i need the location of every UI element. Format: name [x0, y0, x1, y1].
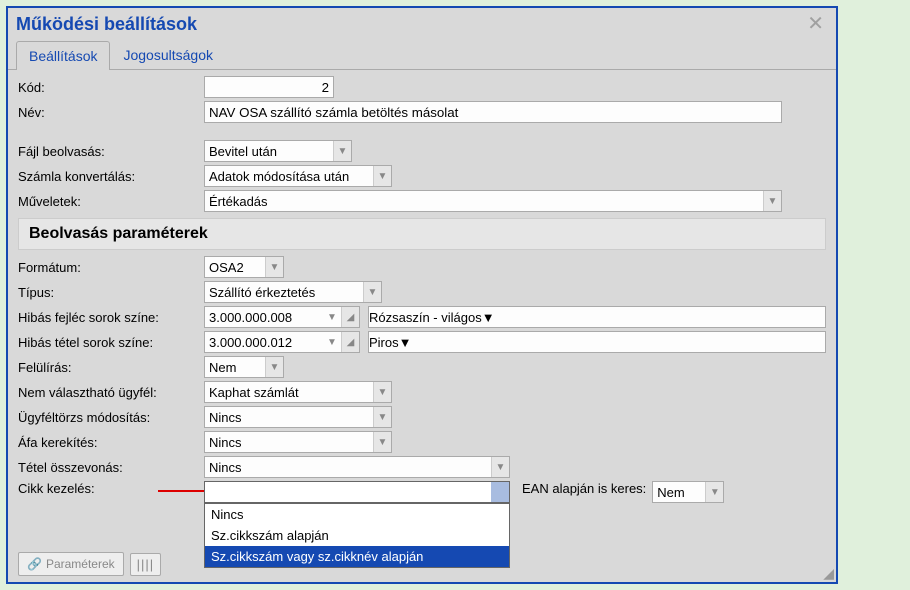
afa-select[interactable]: Nincs ▼	[204, 431, 392, 453]
chevron-down-icon: ▼	[482, 310, 495, 325]
tab-bar: Beállítások Jogosultságok	[8, 36, 836, 70]
chevron-down-icon: ▼	[763, 191, 781, 211]
chevron-down-icon: ▼	[373, 166, 391, 186]
felul-select[interactable]: Nem ▼	[204, 356, 284, 378]
ean-select-text: Nem	[653, 485, 705, 500]
label-fajl: Fájl beolvasás:	[18, 144, 204, 159]
hibas-fejlec-color-text: Rózsaszín - világos	[369, 310, 482, 325]
label-afa: Áfa kerekítés:	[18, 435, 204, 450]
fajl-select-text: Bevitel után	[205, 144, 333, 159]
parameterek-button[interactable]: 🔗 Paraméterek	[18, 552, 124, 576]
chevron-down-icon: ▼	[373, 382, 391, 402]
close-icon[interactable]: ✕	[803, 12, 828, 36]
label-hibas-tetel: Hibás tétel sorok színe:	[18, 335, 204, 350]
chevron-down-icon: ▼	[399, 335, 412, 350]
label-felul: Felülírás:	[18, 360, 204, 375]
chevron-down-icon: ▼	[323, 312, 341, 323]
chevron-down-icon: ▼	[333, 141, 351, 161]
tab-permissions[interactable]: Jogosultságok	[110, 40, 226, 69]
label-tipus: Típus:	[18, 285, 204, 300]
hibas-tetel-color-select[interactable]: Piros ▼	[368, 331, 826, 353]
section-header: Beolvasás paraméterek	[18, 218, 826, 250]
hibas-tetel-code-select[interactable]: 3.000.000.012 ▼ ◢	[204, 331, 360, 353]
chevron-down-icon: ▼	[363, 282, 381, 302]
parameterek-button-label: Paraméterek	[46, 557, 115, 571]
label-szamla: Számla konvertálás:	[18, 169, 204, 184]
resize-handle-icon[interactable]: ◢	[823, 566, 834, 580]
formatum-select-text: OSA2	[205, 260, 265, 275]
chevron-down-icon: ▼	[373, 407, 391, 427]
muv-select[interactable]: Értékadás ▼	[204, 190, 782, 212]
cikk-dropdown: Nincs Sz.cikkszám alapján Sz.cikkszám va…	[204, 503, 510, 568]
chevron-down-icon: ▼	[265, 257, 283, 277]
muv-select-text: Értékadás	[205, 194, 763, 209]
chevron-down-icon: ▼	[265, 357, 283, 377]
label-nemval: Nem választható ügyfél:	[18, 385, 204, 400]
chevron-down-icon: ▼	[323, 337, 341, 348]
dropdown-toggle-icon: ◢	[341, 307, 359, 327]
tipus-select[interactable]: Szállító érkeztetés ▼	[204, 281, 382, 303]
settings-window: Működési beállítások ✕ Beállítások Jogos…	[6, 6, 838, 584]
felul-select-text: Nem	[205, 360, 265, 375]
tetel-select[interactable]: Nincs ▼	[204, 456, 510, 478]
hibas-fejlec-color-select[interactable]: Rózsaszín - világos ▼	[368, 306, 826, 328]
content-area: Kód: Név: Fájl beolvasás: Bevitel után ▼…	[8, 70, 836, 546]
label-tetel: Tétel összevonás:	[18, 460, 204, 475]
fajl-select[interactable]: Bevitel után ▼	[204, 140, 352, 162]
label-cikk: Cikk kezelés:	[18, 481, 204, 496]
nev-input[interactable]	[204, 101, 782, 123]
tab-settings[interactable]: Beállítások	[16, 41, 110, 70]
nemval-select[interactable]: Kaphat számlát ▼	[204, 381, 392, 403]
cikk-select[interactable]	[204, 481, 510, 503]
hibas-fejlec-code-text: 3.000.000.008	[205, 310, 323, 325]
nemval-select-text: Kaphat számlát	[205, 385, 373, 400]
cikk-option-cikkszam-cikknev[interactable]: Sz.cikkszám vagy sz.cikknév alapján	[205, 546, 509, 567]
hibas-tetel-code-text: 3.000.000.012	[205, 335, 323, 350]
chevron-down-icon: ▼	[705, 482, 723, 502]
link-icon: 🔗	[27, 557, 42, 571]
cikk-option-nincs[interactable]: Nincs	[205, 504, 509, 525]
label-kod: Kód:	[18, 80, 204, 95]
tetel-select-text: Nincs	[205, 460, 491, 475]
window-title: Működési beállítások	[16, 14, 197, 35]
hibas-tetel-color-text: Piros	[369, 335, 399, 350]
label-nev: Név:	[18, 105, 204, 120]
formatum-select[interactable]: OSA2 ▼	[204, 256, 284, 278]
barcode-button[interactable]: ||||	[130, 553, 162, 576]
szamla-select[interactable]: Adatok módosítása után ▼	[204, 165, 392, 187]
label-formatum: Formátum:	[18, 260, 204, 275]
label-muv: Műveletek:	[18, 194, 204, 209]
dropdown-toggle-icon: ◢	[341, 332, 359, 352]
titlebar: Működési beállítások ✕	[8, 8, 836, 36]
kod-input[interactable]	[204, 76, 334, 98]
label-ean: EAN alapján is keres:	[522, 481, 646, 496]
chevron-down-icon: ▼	[373, 432, 391, 452]
cikk-option-cikkszam[interactable]: Sz.cikkszám alapján	[205, 525, 509, 546]
szamla-select-text: Adatok módosítása után	[205, 169, 373, 184]
label-ugyfel: Ügyféltörzs módosítás:	[18, 410, 204, 425]
ean-select[interactable]: Nem ▼	[652, 481, 724, 503]
ugyfel-select-text: Nincs	[205, 410, 373, 425]
barcode-icon: ||||	[137, 557, 155, 572]
label-hibas-fejlec: Hibás fejléc sorok színe:	[18, 310, 204, 325]
ugyfel-select[interactable]: Nincs ▼	[204, 406, 392, 428]
chevron-down-icon: ▼	[491, 457, 509, 477]
tipus-select-text: Szállító érkeztetés	[205, 285, 363, 300]
hibas-fejlec-code-select[interactable]: 3.000.000.008 ▼ ◢	[204, 306, 360, 328]
afa-select-text: Nincs	[205, 435, 373, 450]
